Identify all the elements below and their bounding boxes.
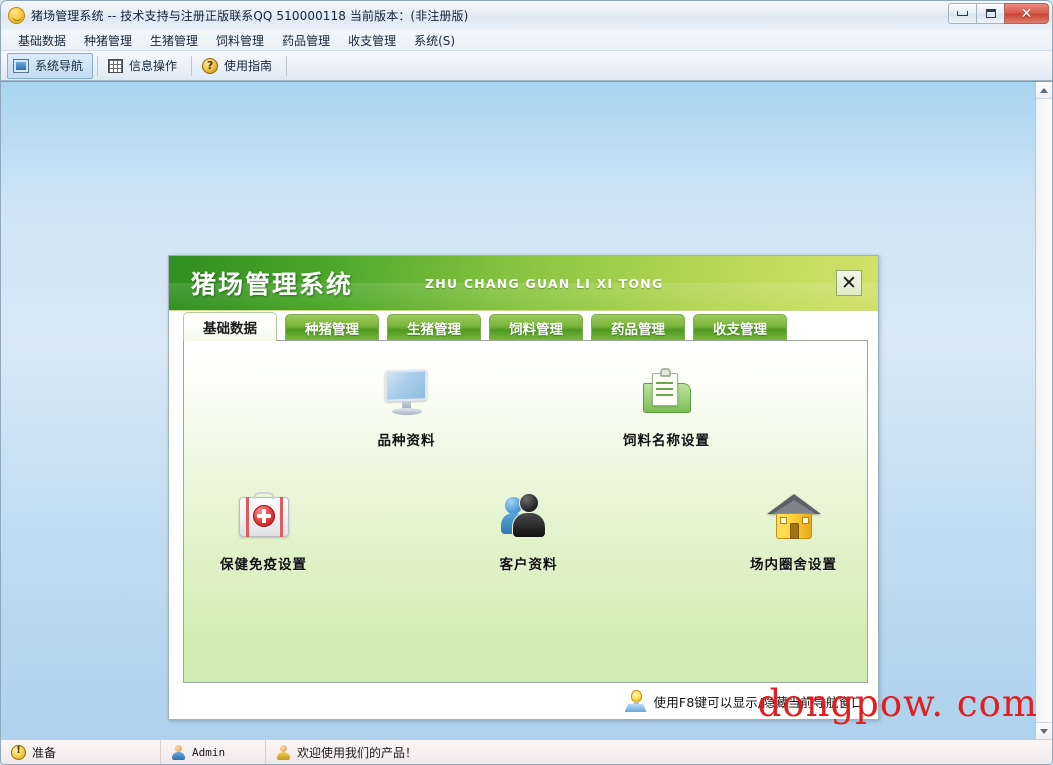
toolbar-button-system-navigation[interactable]: 系统导航 xyxy=(7,52,94,79)
navigation-dialog-close-button[interactable]: ✕ xyxy=(836,270,862,296)
users-icon xyxy=(500,491,557,543)
scroll-up-button[interactable] xyxy=(1036,82,1052,99)
tab-medicine[interactable]: 药品管理 xyxy=(591,314,685,341)
welcome-user-icon xyxy=(276,744,291,760)
menu-item-finance[interactable]: 收支管理 xyxy=(339,30,405,51)
shortcut-feed-name-setup[interactable]: 饲料名称设置 xyxy=(592,367,742,449)
lightbulb-icon xyxy=(624,690,647,712)
shortcut-label-customer-data: 客户资料 xyxy=(499,557,558,573)
tab-finance[interactable]: 收支管理 xyxy=(693,314,787,341)
shortcut-pen-house-setup[interactable]: 场内圈舍设置 xyxy=(720,491,867,573)
shortcut-row-1: 品种资料 饲料名称设置 xyxy=(184,367,867,449)
ready-status-icon xyxy=(11,744,26,760)
shortcut-customer-data[interactable]: 客户资料 xyxy=(455,491,602,573)
menu-item-breeding-pig[interactable]: 种猪管理 xyxy=(75,30,141,51)
menu-item-basic-data[interactable]: 基础数据 xyxy=(9,30,75,51)
menu-item-system[interactable]: 系统(S) xyxy=(405,30,464,51)
toolbar-button-info-operation[interactable]: 信息操作 xyxy=(102,53,187,79)
close-button[interactable]: ✕ xyxy=(1004,3,1049,24)
minimize-icon xyxy=(957,11,968,16)
tab-basic-data[interactable]: 基础数据 xyxy=(183,312,277,341)
shortcut-icon-grid: 品种资料 饲料名称设置 保健免疫设置 客户资料 场内圈舍设置 xyxy=(184,367,867,573)
status-message-label: 欢迎使用我们的产品！ xyxy=(297,745,418,760)
close-icon: ✕ xyxy=(841,271,857,294)
help-question-icon: ? xyxy=(202,57,219,74)
close-icon: ✕ xyxy=(1020,5,1033,22)
status-pane-message: 欢迎使用我们的产品！ xyxy=(266,740,1052,764)
navigation-dialog-header: 猪场管理系统 ZHU CHANG GUAN LI XI TONG ✕ xyxy=(169,256,878,311)
monitor-icon xyxy=(379,367,435,419)
minimize-button[interactable] xyxy=(948,3,977,24)
window-title: 猪场管理系统 -- 技术支持与注册正版联系QQ 510000118 当前版本：(… xyxy=(31,9,469,23)
chevron-down-icon xyxy=(1040,728,1048,734)
grid-icon xyxy=(108,58,124,73)
pig-face-icon xyxy=(8,7,25,24)
menu-item-feed[interactable]: 饲料管理 xyxy=(207,30,273,51)
maximize-icon xyxy=(985,9,996,18)
status-ready-label: 准备 xyxy=(32,745,57,760)
toolbar-button-user-guide[interactable]: ? 使用指南 xyxy=(196,53,282,79)
navigation-dialog: 猪场管理系统 ZHU CHANG GUAN LI XI TONG ✕ 基础数据 … xyxy=(168,255,879,720)
status-user-label: Admin xyxy=(192,745,226,759)
status-bar: 准备 Admin 欢迎使用我们的产品！ xyxy=(1,739,1052,764)
toolbar-label-system-navigation: 系统导航 xyxy=(35,59,84,73)
window-controls: ✕ xyxy=(948,3,1049,24)
navigation-icon xyxy=(13,58,29,73)
shortcut-breed-data[interactable]: 品种资料 xyxy=(332,367,482,449)
watermark: dongpow. com xyxy=(757,682,1038,725)
toolbar-label-info-operation: 信息操作 xyxy=(129,59,178,73)
mdi-client-area: 猪场管理系统 ZHU CHANG GUAN LI XI TONG ✕ 基础数据 … xyxy=(1,81,1052,739)
toolbar-separator xyxy=(286,55,288,76)
menu-item-live-pig[interactable]: 生猪管理 xyxy=(141,30,207,51)
toolbar-separator xyxy=(97,55,99,76)
shortcut-label-pen-house-setup: 场内圈舍设置 xyxy=(750,557,837,573)
user-icon xyxy=(171,744,186,760)
chevron-up-icon xyxy=(1040,87,1048,93)
shortcut-row-2: 保健免疫设置 客户资料 场内圈舍设置 xyxy=(184,491,867,573)
navigation-dialog-pinyin: ZHU CHANG GUAN LI XI TONG xyxy=(425,275,664,291)
tab-live-pig[interactable]: 生猪管理 xyxy=(387,314,481,341)
toolbar: 系统导航 信息操作 ? 使用指南 xyxy=(1,51,1052,81)
toolbar-separator xyxy=(191,55,193,76)
status-pane-user: Admin xyxy=(161,740,266,764)
medical-kit-icon xyxy=(236,491,292,543)
maximize-button[interactable] xyxy=(976,3,1005,24)
navigation-dialog-title: 猪场管理系统 xyxy=(191,270,354,299)
clipboard-folder-icon xyxy=(639,367,695,419)
status-pane-ready: 准备 xyxy=(1,740,161,764)
shortcut-label-feed-name-setup: 饲料名称设置 xyxy=(623,433,710,449)
tab-feed[interactable]: 饲料管理 xyxy=(489,314,583,341)
shortcut-label-healthcare-immunization-setup: 保健免疫设置 xyxy=(220,557,307,573)
tab-strip: 基础数据 种猪管理 生猪管理 饲料管理 药品管理 收支管理 xyxy=(169,311,878,341)
toolbar-label-user-guide: 使用指南 xyxy=(224,59,273,73)
scroll-down-button[interactable] xyxy=(1036,722,1052,739)
vertical-scrollbar[interactable] xyxy=(1035,82,1052,739)
title-bar: 猪场管理系统 -- 技术支持与注册正版联系QQ 510000118 当前版本：(… xyxy=(1,1,1052,30)
shortcut-label-breed-data: 品种资料 xyxy=(377,433,436,449)
shortcut-healthcare-immunization-setup[interactable]: 保健免疫设置 xyxy=(190,491,337,573)
menu-item-medicine[interactable]: 药品管理 xyxy=(273,30,339,51)
application-window: 猪场管理系统 -- 技术支持与注册正版联系QQ 510000118 当前版本：(… xyxy=(0,0,1053,765)
tab-breeding-pig[interactable]: 种猪管理 xyxy=(285,314,379,341)
house-icon xyxy=(766,491,822,543)
menu-bar: 基础数据 种猪管理 生猪管理 饲料管理 药品管理 收支管理 系统(S) xyxy=(1,30,1052,51)
tab-content-panel: 品种资料 饲料名称设置 保健免疫设置 客户资料 场内圈舍设置 xyxy=(183,340,868,683)
